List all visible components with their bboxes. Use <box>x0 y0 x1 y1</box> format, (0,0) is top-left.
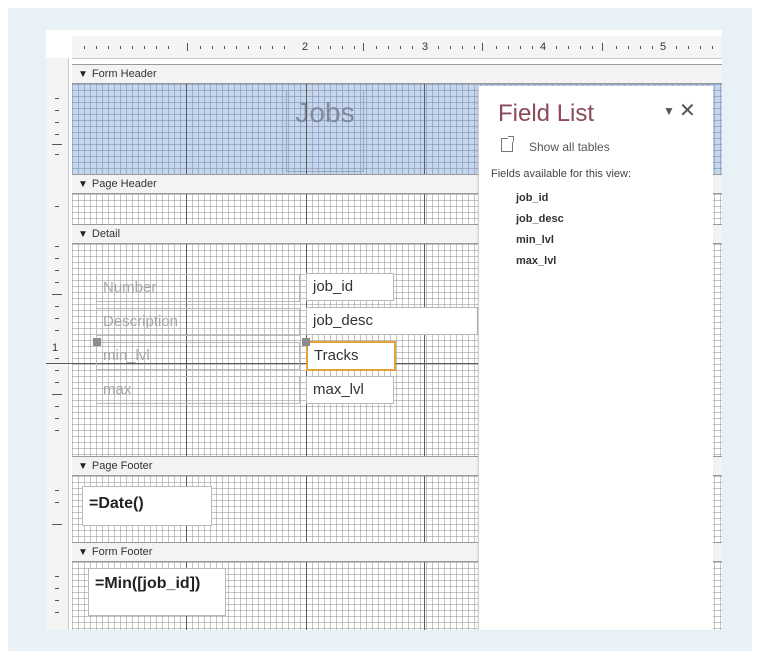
section-arrow-icon: ▼ <box>78 69 88 80</box>
field-list-pane: Field List ▼ ✕ Show all tables Fields av… <box>478 86 713 630</box>
section-arrow-icon: ▼ <box>78 229 88 240</box>
section-label: Page Header <box>91 178 157 190</box>
field-list-item[interactable]: job_id <box>516 192 548 204</box>
grid-line <box>186 84 187 174</box>
min-lvl-label[interactable]: min_lvl <box>96 342 300 370</box>
field-list-item[interactable]: job_desc <box>516 213 564 225</box>
section-label: Detail <box>91 228 121 240</box>
section-arrow-icon: ▼ <box>78 547 88 558</box>
grid-line <box>424 562 425 630</box>
section-arrow-icon: ▼ <box>78 179 88 190</box>
grid-line <box>186 194 187 224</box>
description-label[interactable]: Description <box>96 308 300 336</box>
ruler-number: 1 <box>52 342 59 354</box>
ruler-number: 5 <box>660 41 667 53</box>
grid-line <box>306 562 307 630</box>
section-label: Form Footer <box>91 546 153 558</box>
field-list-item[interactable]: max_lvl <box>516 255 556 267</box>
show-all-tables-icon[interactable] <box>501 136 514 152</box>
form-title-label[interactable]: Jobs <box>286 90 364 172</box>
field-list-title: Field List <box>498 100 595 127</box>
field-list-item[interactable]: min_lvl <box>516 234 554 246</box>
grid-line <box>424 244 425 456</box>
grid-line <box>424 194 425 224</box>
horizontal-ruler[interactable]: 2 3 4 5 <box>72 36 722 59</box>
move-handle[interactable] <box>93 338 101 346</box>
max-label[interactable]: max <box>96 376 300 404</box>
number-label[interactable]: Number <box>96 274 300 302</box>
pin-dropdown-icon[interactable]: ▼ <box>663 104 675 118</box>
section-label: Page Footer <box>91 460 153 472</box>
grid-line <box>424 476 425 542</box>
fields-available-label: Fields available for this view: <box>491 168 632 180</box>
grid-line <box>424 84 425 174</box>
job-id-textbox[interactable]: job_id <box>306 273 394 301</box>
vertical-ruler[interactable]: 1 <box>46 58 69 630</box>
job-desc-textbox[interactable]: job_desc <box>306 307 478 335</box>
section-label: Form Header <box>91 68 157 80</box>
grid-line <box>306 476 307 542</box>
ruler-number: 3 <box>422 41 429 53</box>
ruler-number: 2 <box>302 41 309 53</box>
min-job-id-expression-textbox[interactable]: =Min([job_id]) <box>88 568 226 616</box>
close-icon[interactable]: ✕ <box>679 98 696 123</box>
move-handle[interactable] <box>302 338 310 346</box>
show-all-tables-link[interactable]: Show all tables <box>529 140 610 154</box>
date-expression-textbox[interactable]: =Date() <box>82 486 212 526</box>
ruler-number: 4 <box>540 41 547 53</box>
section-arrow-icon: ▼ <box>78 461 88 472</box>
grid-line <box>306 194 307 224</box>
section-bar-form-header[interactable]: ▼ Form Header <box>72 64 722 84</box>
max-lvl-textbox[interactable]: max_lvl <box>306 376 394 404</box>
grid-line <box>306 84 307 174</box>
tracks-textbox-selected[interactable]: Tracks <box>306 341 396 371</box>
